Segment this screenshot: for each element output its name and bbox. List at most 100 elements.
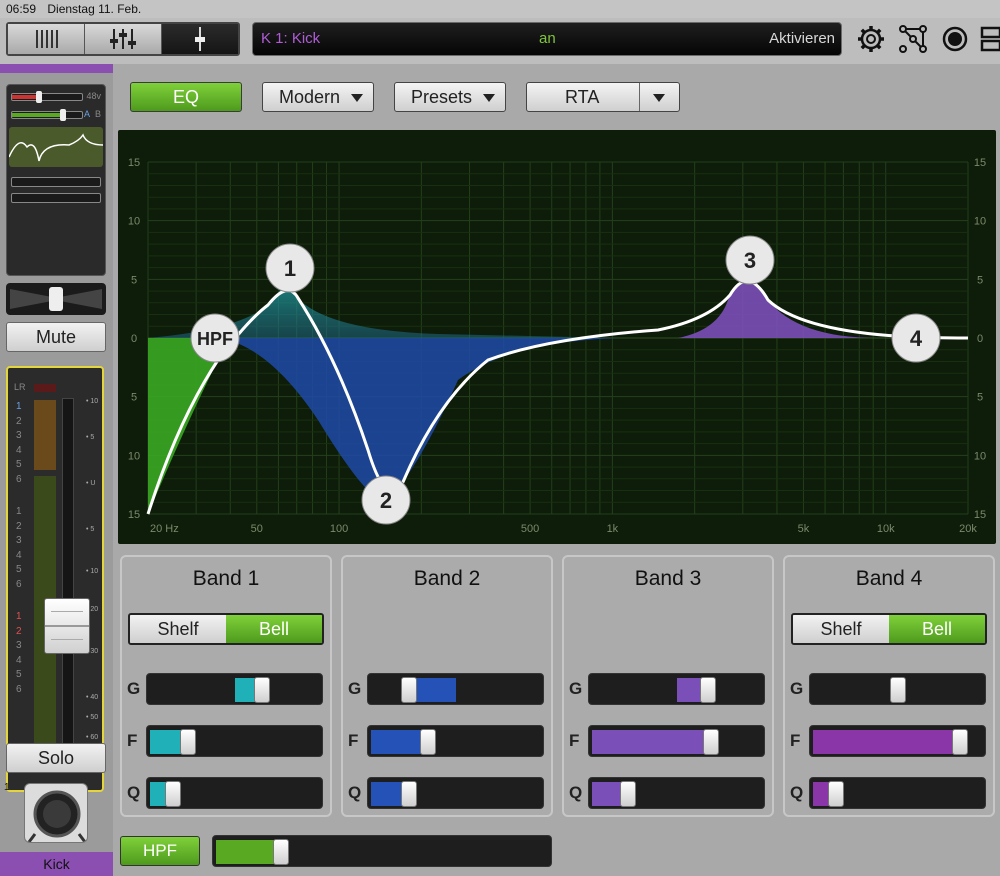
band3-node[interactable]: 3 xyxy=(725,235,775,285)
meter-channel-label: 6 xyxy=(16,683,22,695)
eq-graph-canvas[interactable]: 15 1510 105 50 05 510 1015 1520 Hz 50 100 500 1k 5k 1… xyxy=(118,130,996,544)
single-fader-icon xyxy=(195,27,205,51)
meter-upper xyxy=(34,400,56,470)
band-4-panel: Band 4 Shelf Bell G F Q xyxy=(783,555,995,817)
slider-knob[interactable] xyxy=(165,781,181,807)
slider-fill xyxy=(592,730,714,754)
slider-knob[interactable] xyxy=(420,729,436,755)
x-tick-label: 5k xyxy=(798,523,810,535)
band1-node[interactable]: 1 xyxy=(265,243,315,293)
eq-curve-thumbnail xyxy=(8,133,104,162)
meter-lr-label: LR xyxy=(14,382,26,392)
y-tick-label-left: 10 xyxy=(128,450,140,462)
gear-icon xyxy=(858,26,884,52)
solo-button[interactable]: Solo xyxy=(6,743,106,773)
eq-mode-dropdown[interactable]: Modern xyxy=(262,82,374,112)
hpf-enable-button[interactable]: HPF xyxy=(120,836,200,866)
fader-meter-area[interactable]: LR 1 2 3 4 5 6 1 2 3 4 5 6 1 2 3 4 5 6 • 10 • 5 • U • 5 • 10 •… xyxy=(6,366,104,792)
band-1-bell-option[interactable]: Bell xyxy=(226,615,322,643)
trim-mini-slider xyxy=(11,109,83,121)
meter-channel-label: 1 xyxy=(16,401,22,412)
band-4-q-label: Q xyxy=(790,783,804,802)
x-tick-label: 50 xyxy=(251,523,263,535)
mute-button[interactable]: Mute xyxy=(6,322,106,352)
eq-enable-button[interactable]: EQ xyxy=(130,82,242,112)
hpf-node-label: HPF xyxy=(197,329,233,349)
fader-scale-label: • 10 xyxy=(86,568,99,575)
kick-drum-icon xyxy=(27,790,87,842)
band-2-q-slider[interactable] xyxy=(367,777,544,809)
slider-knob[interactable] xyxy=(180,729,196,755)
band2-node[interactable]: 2 xyxy=(361,475,411,525)
routing-button[interactable] xyxy=(898,24,928,54)
slider-knob[interactable] xyxy=(700,677,716,703)
y-tick-label-right: 5 xyxy=(977,392,983,404)
band-1-q-slider[interactable] xyxy=(146,777,323,809)
slider-knob[interactable] xyxy=(828,781,844,807)
y-tick-label-right: 10 xyxy=(974,450,986,462)
band4-node[interactable]: 4 xyxy=(891,313,941,363)
band-4-q-slider[interactable] xyxy=(809,777,986,809)
slider-knob[interactable] xyxy=(952,729,968,755)
clip-indicator xyxy=(34,384,56,392)
slider-knob[interactable] xyxy=(890,677,906,703)
status-date: Dienstag 11. Feb. xyxy=(47,2,142,16)
slider-knob[interactable] xyxy=(401,677,417,703)
activate-button[interactable]: Aktivieren xyxy=(769,23,835,55)
band-4-bell-option[interactable]: Bell xyxy=(889,615,985,643)
band-2-panel: Band 2 G F Q xyxy=(341,555,553,817)
status-time: 06:59 xyxy=(6,2,37,16)
rta-label: RTA xyxy=(565,87,600,107)
slider-knob[interactable] xyxy=(620,781,636,807)
band-4-shelf-option[interactable]: Shelf xyxy=(793,615,889,643)
slider-knob[interactable] xyxy=(254,677,270,703)
fader-knob[interactable] xyxy=(44,598,90,654)
eq-graph[interactable]: 15 15 10 10 5 5 0 0 5 5 10 10 15 15 20 Hz 50 100 500 1k 5k 1… xyxy=(118,130,996,544)
band-1-f-label: F xyxy=(127,731,138,750)
y-tick-label-right: 0 xyxy=(977,333,983,345)
fader-track[interactable] xyxy=(62,398,74,766)
settings-button[interactable] xyxy=(856,24,886,54)
fader-scale-label: • U xyxy=(86,480,96,487)
channel-overview[interactable]: 48v A B xyxy=(6,84,106,276)
band-1-shape-toggle[interactable]: Shelf Bell xyxy=(128,613,324,645)
rta-button[interactable]: RTA xyxy=(526,82,680,112)
band-4-shape-toggle[interactable]: Shelf Bell xyxy=(791,613,987,645)
meter-channel-label: 5 xyxy=(16,564,22,575)
slider-knob[interactable] xyxy=(703,729,719,755)
hpf-node[interactable]: HPF xyxy=(190,313,240,363)
band-2-freq-slider[interactable] xyxy=(367,725,544,757)
hpf-slider[interactable] xyxy=(212,835,552,867)
channel-state: an xyxy=(539,30,556,47)
band-1-shelf-option[interactable]: Shelf xyxy=(130,615,226,643)
meter-channel-label: 3 xyxy=(16,535,22,546)
meter-channel-label: 2 xyxy=(16,520,22,532)
band-2-f-label: F xyxy=(348,731,359,750)
hpf-slider-knob[interactable] xyxy=(273,839,289,865)
view-selector[interactable] xyxy=(6,22,240,56)
band-3-gain-slider[interactable] xyxy=(588,673,765,705)
faders-icon xyxy=(110,29,136,49)
band-1-gain-slider[interactable] xyxy=(146,673,323,705)
channel-icon[interactable] xyxy=(24,783,88,843)
channel-name: K 1: Kick xyxy=(261,30,321,47)
record-button[interactable] xyxy=(940,24,970,54)
x-tick-label: 1k xyxy=(607,523,619,535)
band-3-freq-slider[interactable] xyxy=(588,725,765,757)
band-3-q-slider[interactable] xyxy=(588,777,765,809)
band-3-panel: Band 3 G F Q xyxy=(562,555,774,817)
band-4-freq-slider[interactable] xyxy=(809,725,986,757)
view-channel-button[interactable] xyxy=(162,24,238,54)
view-faders-button[interactable] xyxy=(85,24,162,54)
presets-dropdown[interactable]: Presets xyxy=(394,82,506,112)
view-mixer-button[interactable] xyxy=(8,24,85,54)
pan-control[interactable] xyxy=(6,283,106,315)
channel-name-bar[interactable]: K 1: Kick an Aktivieren xyxy=(252,22,842,56)
band-4-gain-slider[interactable] xyxy=(809,673,986,705)
meter-channel-label: 3 xyxy=(16,430,22,441)
band-2-gain-slider[interactable] xyxy=(367,673,544,705)
band-2-q-label: Q xyxy=(348,783,362,802)
band-1-freq-slider[interactable] xyxy=(146,725,323,757)
snapshot-button[interactable] xyxy=(978,24,1000,54)
slider-knob[interactable] xyxy=(401,781,417,807)
